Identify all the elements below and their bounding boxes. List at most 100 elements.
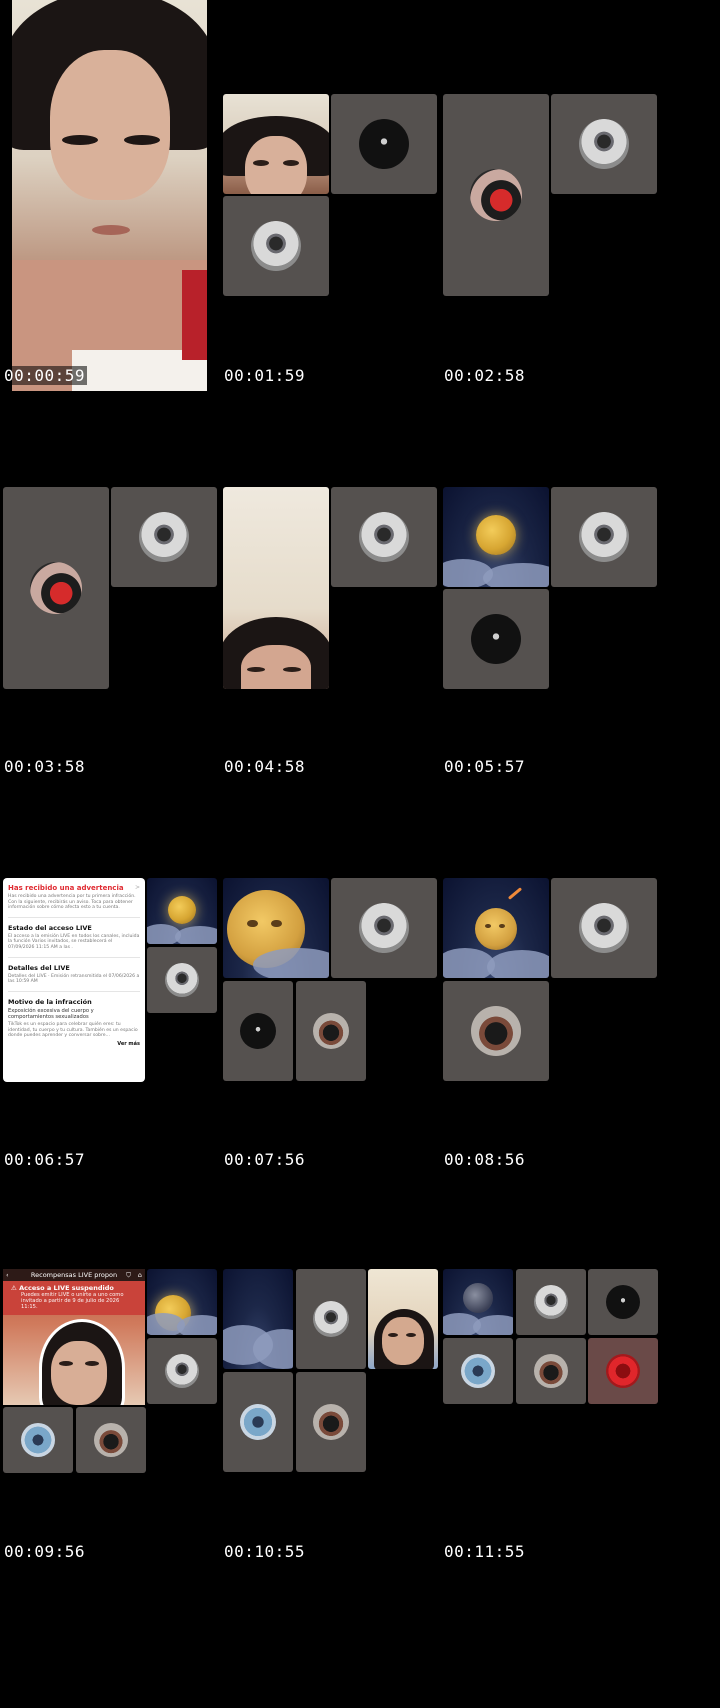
avatar <box>606 1354 640 1388</box>
avatar <box>579 119 629 169</box>
avatar <box>471 614 521 664</box>
moon-icon <box>168 896 196 924</box>
timestamp: 00:02:58 <box>444 366 526 385</box>
avatar <box>579 512 629 562</box>
timestamp: 00:03:58 <box>4 757 86 776</box>
timestamp: 00:06:57 <box>4 1150 86 1169</box>
avatar <box>461 1354 495 1388</box>
frame-4: 00:03:58 <box>0 427 240 854</box>
participant-tile <box>3 1407 73 1473</box>
shield-icon[interactable]: ⛉ <box>126 1271 131 1280</box>
top-bar: ‹ Recompensas LIVE propon ⛉ ⌂ <box>3 1269 145 1281</box>
back-icon[interactable]: ‹ <box>6 1271 9 1279</box>
participant-tile <box>223 94 329 194</box>
live-details-text: Detalles del LIVE · Emisión retransmitid… <box>8 973 140 985</box>
moon-face-icon <box>475 908 517 950</box>
avatar <box>470 169 522 221</box>
avatar <box>240 1404 276 1440</box>
participant-tile <box>443 487 549 587</box>
live-screen: ‹ Recompensas LIVE propon ⛉ ⌂ ⚠ Acceso a… <box>3 1269 145 1405</box>
timestamp: 00:00:59 <box>2 366 88 385</box>
frame-11: 00:10:55 <box>220 1269 460 1708</box>
participant-tile <box>588 1338 658 1404</box>
live-status-title: Estado del acceso LIVE <box>8 923 92 932</box>
participant-tile <box>331 878 437 978</box>
participant-tile <box>443 981 549 1081</box>
participant-tile <box>296 1372 366 1472</box>
participant-tile <box>147 1269 217 1335</box>
avatar <box>94 1423 128 1457</box>
frame-8: 00:07:56 <box>220 854 460 1281</box>
avatar <box>359 119 409 169</box>
participant-tile <box>223 196 329 296</box>
participant-tile <box>3 487 109 689</box>
avatar <box>165 1354 199 1388</box>
participant-tile <box>223 487 329 689</box>
participant-tile <box>76 1407 146 1473</box>
participant-tile <box>331 94 437 194</box>
participant-tile <box>588 1269 658 1335</box>
avatar <box>251 221 301 271</box>
frame-10: ‹ Recompensas LIVE propon ⛉ ⌂ ⚠ Acceso a… <box>0 1269 240 1708</box>
participant-tile <box>296 1269 366 1369</box>
frame-12: 00:11:55 <box>440 1269 680 1708</box>
participant-tile <box>443 1338 513 1404</box>
timestamp: 00:01:59 <box>224 366 306 385</box>
suspended-title: Acceso a LIVE suspendido <box>19 1284 114 1292</box>
avatar <box>534 1354 568 1388</box>
participant-tile <box>147 878 217 944</box>
avatar <box>313 1013 349 1049</box>
timestamp: 00:10:55 <box>224 1542 306 1561</box>
warning-card[interactable]: Has recibido una advertencia > Has recib… <box>3 878 145 1082</box>
timestamp: 00:11:55 <box>444 1542 526 1561</box>
timestamp: 00:05:57 <box>444 757 526 776</box>
warning-icon: ⚠ <box>11 1284 20 1292</box>
video-feed <box>12 0 207 391</box>
frame-6: 00:05:57 <box>440 427 680 854</box>
participant-tile <box>443 589 549 689</box>
timestamp: 00:09:56 <box>4 1542 86 1561</box>
participant-tile <box>443 94 549 296</box>
avatar <box>359 903 409 953</box>
avatar <box>359 512 409 562</box>
avatar <box>534 1285 568 1319</box>
lock-icon[interactable]: ⌂ <box>138 1271 142 1279</box>
participant-tile <box>296 981 366 1081</box>
timestamp: 00:08:56 <box>444 1150 526 1169</box>
avatar <box>471 1006 521 1056</box>
chevron-right-icon: > <box>134 884 140 891</box>
moon-icon <box>463 1283 493 1313</box>
frame-3: 00:02:58 <box>440 0 680 427</box>
avatar <box>240 1013 276 1049</box>
avatar <box>313 1301 349 1337</box>
participant-tile <box>551 487 657 587</box>
rewards-title: Recompensas LIVE propon <box>30 1271 118 1279</box>
participant-tile <box>551 878 657 978</box>
suspended-text: Puedes emitir LIVE o unirte a uno como i… <box>21 1292 124 1310</box>
timestamp: 00:07:56 <box>224 1150 306 1169</box>
participant-tile <box>443 1269 513 1335</box>
moon-icon <box>476 515 516 555</box>
participant-tile <box>223 1372 293 1472</box>
avatar <box>606 1285 640 1319</box>
reason-title: Motivo de la infracción <box>8 997 92 1006</box>
participant-tile <box>516 1269 586 1335</box>
live-status-text: El acceso a la emisión LIVE en todos los… <box>8 933 140 950</box>
frame-9: 00:08:56 <box>440 854 680 1281</box>
participant-tile <box>331 487 437 587</box>
live-details-title: Detalles del LIVE <box>8 963 70 972</box>
frame-5: 00:04:58 <box>220 427 460 854</box>
avatar <box>313 1404 349 1440</box>
warning-intro: Has recibido una advertencia por tu prim… <box>8 894 136 911</box>
see-more-link[interactable]: Ver más <box>8 1041 140 1047</box>
participant-tile <box>223 878 329 978</box>
participant-tile <box>147 1338 217 1404</box>
participant-tile <box>368 1269 438 1369</box>
avatar <box>30 562 82 614</box>
participant-tile <box>223 981 293 1081</box>
participant-tile <box>111 487 217 587</box>
timestamp: 00:04:58 <box>224 757 306 776</box>
frame-1: 00:00:59 <box>0 0 240 427</box>
suspended-banner[interactable]: ⚠ Acceso a LIVE suspendido Puedes emitir… <box>3 1281 145 1315</box>
avatar <box>139 512 189 562</box>
